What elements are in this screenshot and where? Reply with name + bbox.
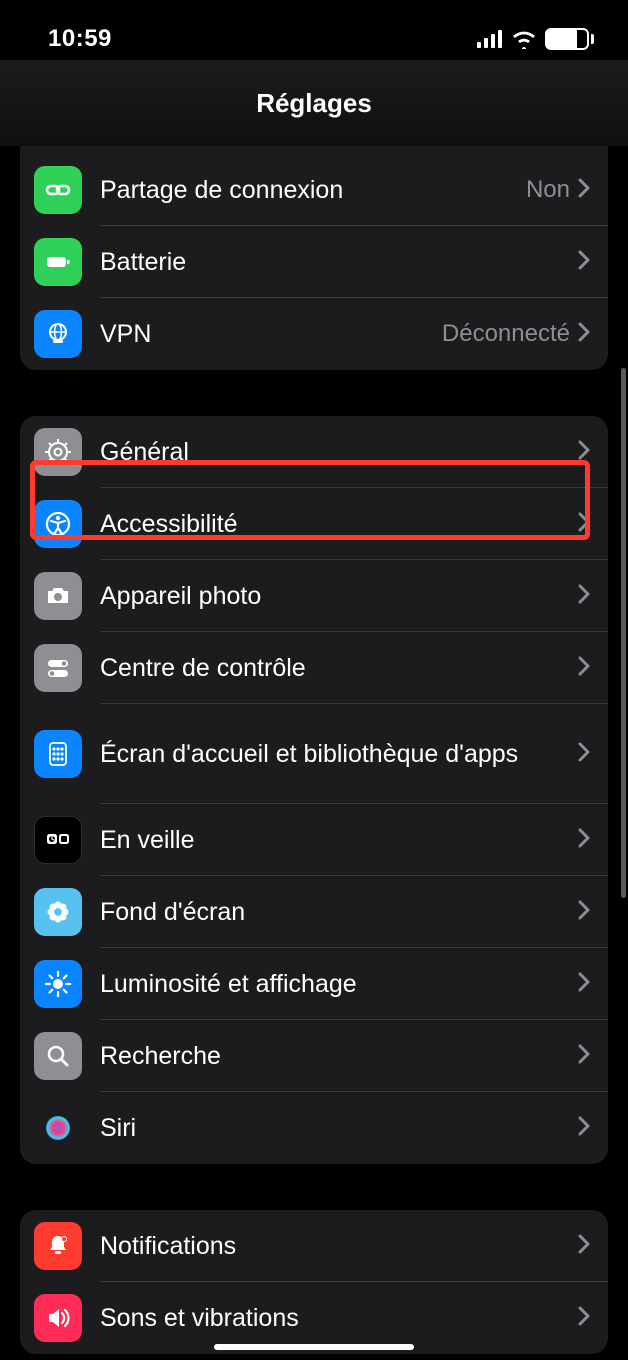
row-siri[interactable]: Siri: [20, 1092, 608, 1164]
standby-icon: [34, 816, 82, 864]
camera-icon: [34, 572, 82, 620]
row-label: Partage de connexion: [100, 175, 526, 205]
row-label: Général: [100, 437, 578, 467]
chevron-right-icon: [578, 1234, 590, 1259]
section-device: Général Accessibilité Appareil photo: [20, 416, 608, 1164]
row-vpn[interactable]: VPN Déconnecté: [20, 298, 608, 370]
chevron-right-icon: [578, 1044, 590, 1069]
row-battery[interactable]: Batterie: [20, 226, 608, 298]
row-search[interactable]: Recherche: [20, 1020, 608, 1092]
chevron-right-icon: [578, 178, 590, 203]
battery-percent: 76: [547, 31, 591, 47]
cellular-signal-icon: [477, 30, 503, 48]
wifi-icon: [511, 29, 537, 49]
row-label: Fond d'écran: [100, 897, 578, 927]
scrollbar[interactable]: [621, 368, 626, 898]
row-label: Luminosité et affichage: [100, 969, 578, 999]
chevron-right-icon: [578, 322, 590, 347]
row-standby[interactable]: En veille: [20, 804, 608, 876]
section-alerts: Notifications Sons et vibrations: [20, 1210, 608, 1354]
chevron-right-icon: [578, 972, 590, 997]
row-label: Appareil photo: [100, 581, 578, 611]
row-label: Siri: [100, 1113, 578, 1143]
search-icon: [34, 1032, 82, 1080]
row-camera[interactable]: Appareil photo: [20, 560, 608, 632]
battery-icon: [34, 238, 82, 286]
home-indicator[interactable]: [214, 1344, 414, 1350]
battery-icon: 76: [545, 28, 594, 50]
bell-icon: [34, 1222, 82, 1270]
row-label: Sons et vibrations: [100, 1303, 578, 1333]
status-bar: 10:59 76: [0, 0, 628, 60]
chevron-right-icon: [578, 512, 590, 537]
link-icon: [34, 166, 82, 214]
row-value: Non: [526, 176, 570, 204]
chevron-right-icon: [578, 656, 590, 681]
chevron-right-icon: [578, 250, 590, 275]
speaker-icon: [34, 1294, 82, 1342]
apps-grid-icon: [34, 730, 82, 778]
status-time: 10:59: [48, 25, 112, 53]
row-display-brightness[interactable]: Luminosité et affichage: [20, 948, 608, 1020]
page-title: Réglages: [256, 88, 372, 119]
row-control-center[interactable]: Centre de contrôle: [20, 632, 608, 704]
gear-icon: [34, 428, 82, 476]
flower-icon: [34, 888, 82, 936]
chevron-right-icon: [578, 440, 590, 465]
row-label: Centre de contrôle: [100, 653, 578, 683]
row-label: Recherche: [100, 1041, 578, 1071]
siri-icon: [34, 1104, 82, 1152]
row-notifications[interactable]: Notifications: [20, 1210, 608, 1282]
chevron-right-icon: [578, 742, 590, 767]
row-label: Notifications: [100, 1231, 578, 1261]
section-connectivity: Partage de connexion Non Batterie VPN Dé…: [20, 146, 608, 370]
row-home-screen[interactable]: Écran d'accueil et bibliothèque d'apps: [20, 704, 608, 804]
row-accessibility[interactable]: Accessibilité: [20, 488, 608, 560]
chevron-right-icon: [578, 1306, 590, 1331]
row-label: En veille: [100, 825, 578, 855]
row-label: Batterie: [100, 247, 578, 277]
accessibility-icon: [34, 500, 82, 548]
globe-icon: [34, 310, 82, 358]
sun-icon: [34, 960, 82, 1008]
settings-header: Réglages: [0, 60, 628, 146]
row-label: Écran d'accueil et bibliothèque d'apps: [100, 739, 578, 769]
row-value: Déconnecté: [442, 320, 570, 348]
chevron-right-icon: [578, 828, 590, 853]
chevron-right-icon: [578, 1116, 590, 1141]
chevron-right-icon: [578, 900, 590, 925]
row-wallpaper[interactable]: Fond d'écran: [20, 876, 608, 948]
row-general[interactable]: Général: [20, 416, 608, 488]
row-label: Accessibilité: [100, 509, 578, 539]
toggles-icon: [34, 644, 82, 692]
row-personal-hotspot[interactable]: Partage de connexion Non: [20, 154, 608, 226]
row-label: VPN: [100, 319, 442, 349]
chevron-right-icon: [578, 584, 590, 609]
